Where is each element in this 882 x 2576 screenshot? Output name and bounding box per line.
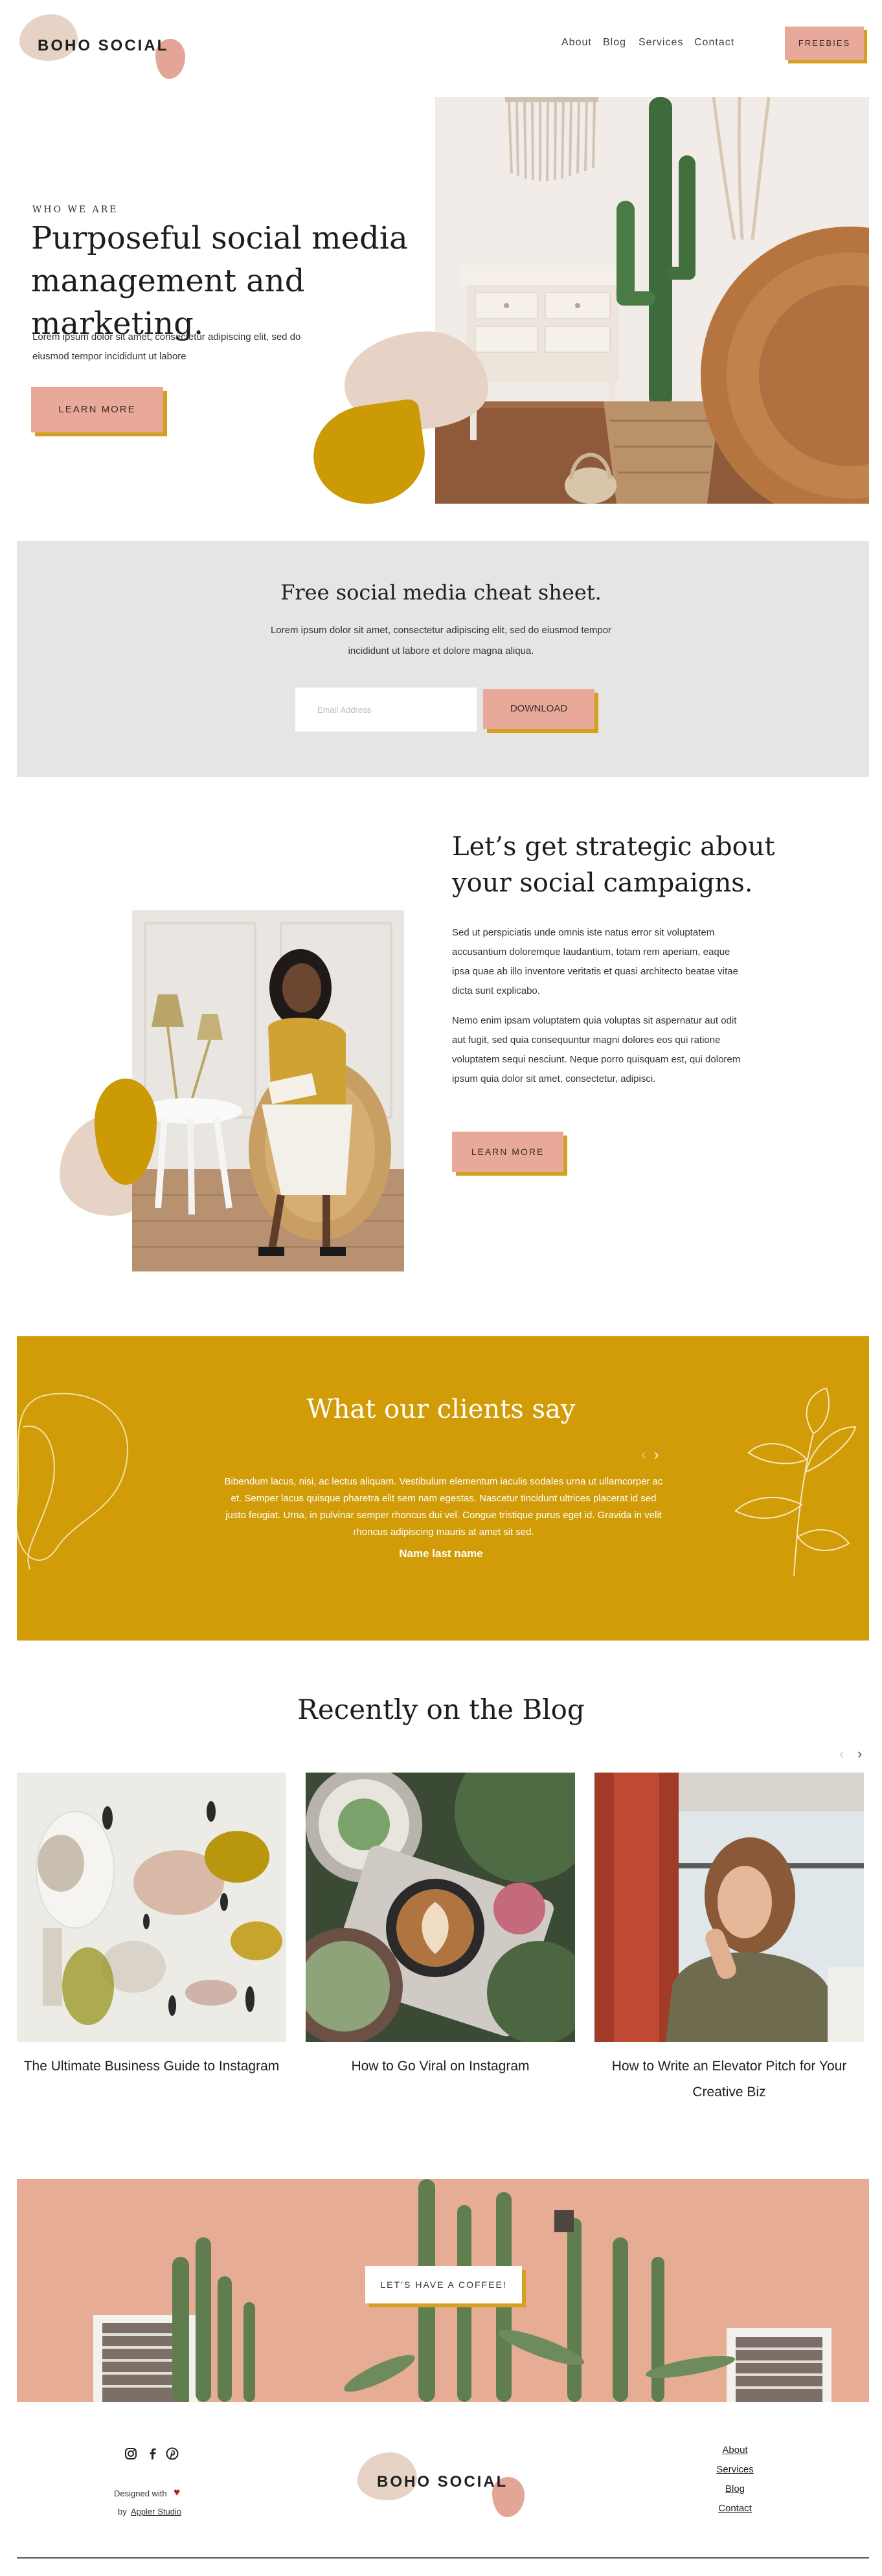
nav-blog[interactable]: Blog: [603, 37, 626, 49]
email-input[interactable]: [295, 688, 477, 732]
strategic-paragraph-2: Nemo enim ipsam voluptatem quia voluptas…: [452, 1015, 741, 1084]
strategic-paragraph-1: Sed ut perspiciatis unde omnis iste natu…: [452, 927, 738, 996]
blog-post-title-1[interactable]: The Ultimate Business Guide to Instagram: [12, 2054, 291, 2079]
hero-learn-more-button[interactable]: LEARN MORE: [31, 387, 163, 432]
pinterest-icon[interactable]: [166, 2447, 179, 2464]
coffee-cta-button[interactable]: LET’S HAVE A COFFEE!: [365, 2266, 522, 2303]
hero-eyebrow: WHO WE ARE: [32, 205, 119, 215]
testimonials-title: What our clients say: [306, 1394, 576, 1424]
hero-title: Purposeful social media management and m…: [31, 220, 408, 342]
blog-post-image-woman-cafe[interactable]: [594, 1773, 864, 2042]
nav-services[interactable]: Services: [639, 37, 683, 49]
nav-contact[interactable]: Contact: [694, 37, 734, 49]
blog-section-title: Recently on the Blog: [297, 1694, 585, 1725]
footer-link-about[interactable]: About: [686, 2445, 784, 2456]
hero-interior-photo: [435, 97, 869, 504]
freebies-button[interactable]: FREEBIES: [785, 27, 864, 60]
footer-divider: [17, 2557, 869, 2559]
strategic-title: Let’s get strategic about your social ca…: [452, 832, 775, 898]
studio-credit-link[interactable]: Appler Studio: [131, 2507, 181, 2516]
designed-with-text: Designed with: [114, 2489, 167, 2498]
blog-prev-arrow[interactable]: ‹: [839, 1745, 844, 1762]
site-logo[interactable]: BOHO SOCIAL: [38, 37, 168, 55]
footer-link-contact[interactable]: Contact: [686, 2503, 784, 2514]
blog-next-arrow[interactable]: ›: [857, 1745, 862, 1762]
heart-icon: ♥: [174, 2486, 181, 2498]
blog-post-image-abstract-painting[interactable]: [17, 1773, 286, 2042]
nav-about[interactable]: About: [561, 37, 592, 49]
testimonial-next-arrow[interactable]: ›: [654, 1446, 659, 1463]
footer-link-services[interactable]: Services: [686, 2464, 784, 2475]
blog-post-image-coffee-succulents[interactable]: [306, 1773, 575, 2042]
cheatsheet-body: Lorem ipsum dolor sit amet, consectetur …: [270, 625, 612, 656]
hero-blob-gold: [307, 398, 431, 511]
cheatsheet-title: Free social media cheat sheet.: [280, 580, 602, 605]
woman-reading-photo: [132, 910, 404, 1271]
facebook-icon[interactable]: [146, 2447, 159, 2464]
testimonial-author: Name last name: [399, 1547, 483, 1560]
download-button[interactable]: DOWNLOAD: [483, 689, 594, 729]
testimonial-quote: Bibendum lacus, nisi, ac lectus aliquam.…: [224, 1476, 663, 1538]
instagram-icon[interactable]: [124, 2447, 137, 2464]
blog-post-title-2[interactable]: How to Go Viral on Instagram: [301, 2054, 580, 2079]
by-text: by: [118, 2507, 127, 2516]
testimonial-prev-arrow[interactable]: ‹: [641, 1446, 646, 1463]
hero-body: Lorem ipsum dolor sit amet, consectetur …: [32, 331, 301, 362]
footer-logo[interactable]: BOHO SOCIAL: [377, 2473, 508, 2491]
footer-link-blog[interactable]: Blog: [686, 2483, 784, 2494]
strategic-learn-more-button[interactable]: LEARN MORE: [452, 1132, 563, 1172]
blog-post-title-3[interactable]: How to Write an Elevator Pitch for Your …: [590, 2054, 868, 2105]
